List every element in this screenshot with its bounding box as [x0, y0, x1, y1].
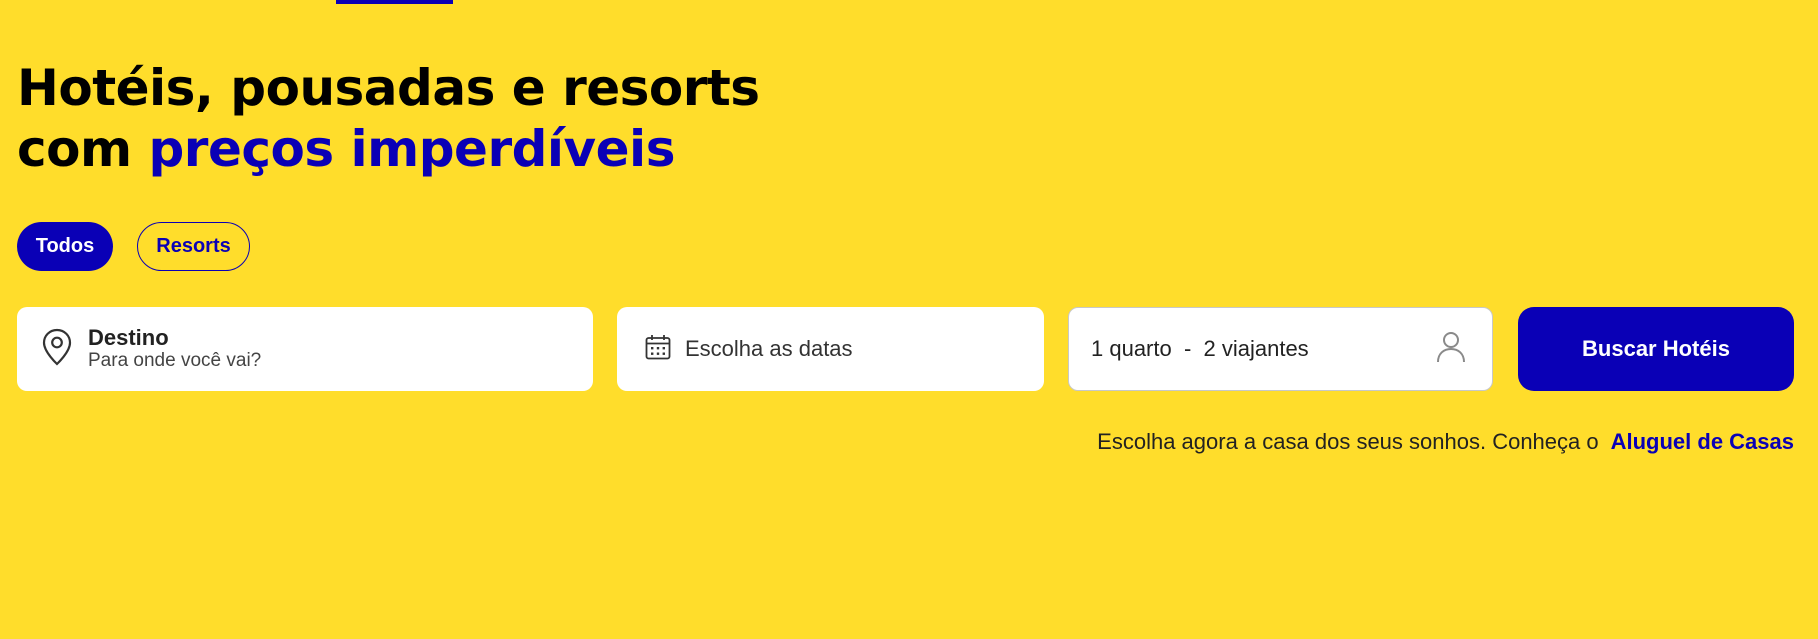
- guests-field[interactable]: 1 quarto - 2 viajantes: [1068, 307, 1493, 391]
- search-hotels-button[interactable]: Buscar Hotéis: [1518, 307, 1794, 391]
- user-icon: [1436, 331, 1466, 368]
- headline-line-1: Hotéis, pousadas e resorts: [17, 59, 760, 117]
- home-rentals-promo: Escolha agora a casa dos seus sonhos. Co…: [1097, 429, 1794, 455]
- calendar-icon: [645, 334, 671, 365]
- filter-chip-all[interactable]: Todos: [17, 222, 113, 271]
- guests-value: 1 quarto - 2 viajantes: [1091, 336, 1309, 361]
- home-rentals-link[interactable]: Aluguel de Casas: [1611, 429, 1794, 455]
- active-tab-indicator: [336, 0, 453, 4]
- dates-field[interactable]: Escolha as datas: [617, 307, 1044, 391]
- destination-label: Destino: [88, 325, 169, 350]
- page-title: Hotéis, pousadas e resorts com preços im…: [17, 58, 760, 180]
- filter-chip-resorts[interactable]: Resorts: [137, 222, 250, 271]
- headline-accent: preços imperdíveis: [148, 120, 676, 178]
- headline-line-2-prefix: com: [17, 120, 149, 178]
- map-pin-icon: [42, 328, 72, 371]
- promo-text: Escolha agora a casa dos seus sonhos. Co…: [1097, 429, 1599, 454]
- destination-placeholder: Para onde você vai?: [88, 350, 262, 371]
- dates-placeholder: Escolha as datas: [685, 336, 853, 361]
- destination-field[interactable]: Destino Para onde você vai?: [17, 307, 593, 391]
